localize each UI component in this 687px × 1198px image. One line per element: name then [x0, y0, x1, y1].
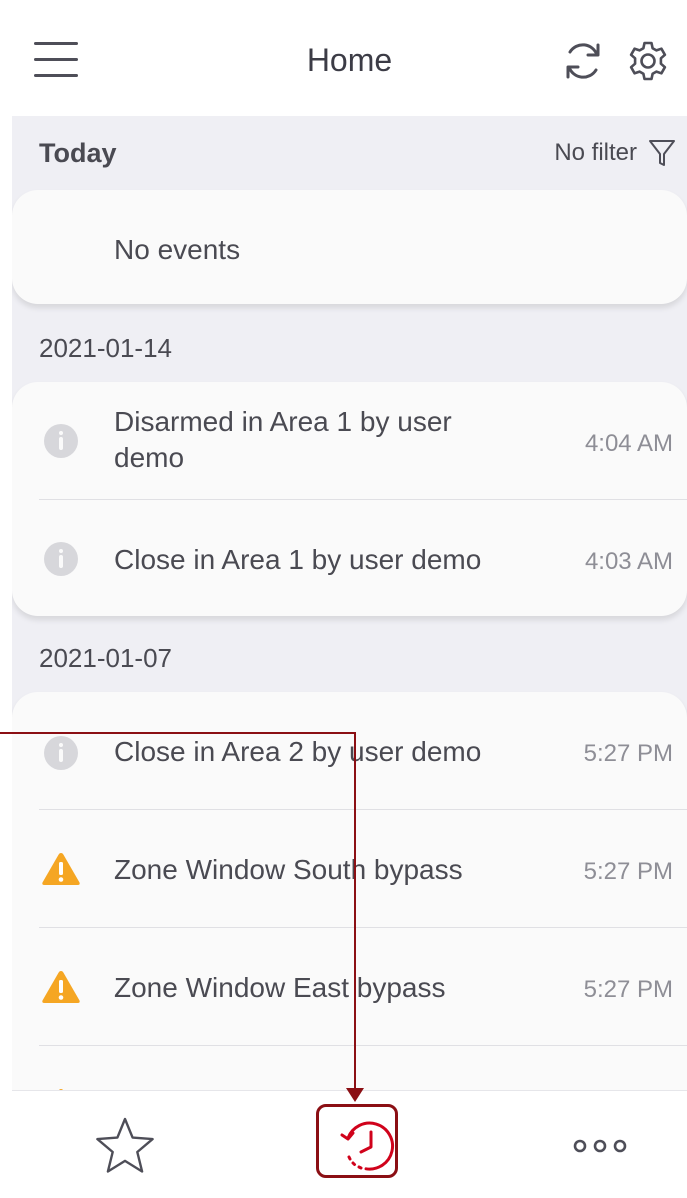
hamburger-menu-icon[interactable] — [32, 40, 80, 80]
event-row[interactable]: Close in Area 1 by user demo 4:03 AM — [12, 500, 687, 616]
event-text: Zone Window East bypass — [114, 972, 446, 1003]
star-icon — [96, 1117, 154, 1173]
event-row[interactable]: Zone Window East bypass 5:27 PM — [12, 928, 687, 1046]
app-screen: Home Today No filter No events 2021-01-1… — [12, 0, 687, 1198]
event-time: 4:04 AM — [584, 430, 673, 457]
event-text: Zone Window South bypass — [114, 854, 463, 885]
sync-icon[interactable] — [559, 37, 607, 85]
event-row[interactable]: Close in Area 2 by user demo 5:27 PM — [12, 692, 687, 810]
annotation-highlight-box — [316, 1104, 398, 1178]
event-text: Disarmed in Area 1 by user demo — [114, 406, 452, 473]
event-row[interactable]: Disarmed in Area 1 by user demo 4:04 AM — [12, 382, 687, 500]
info-icon — [40, 538, 82, 580]
events-card: Disarmed in Area 1 by user demo 4:04 AM … — [12, 382, 687, 616]
warning-icon — [40, 850, 82, 892]
filter-label: No filter — [554, 139, 637, 166]
today-label: Today — [39, 138, 117, 168]
top-bar: Home — [12, 0, 687, 116]
info-icon — [40, 732, 82, 774]
event-text: Close in Area 2 by user demo — [114, 736, 482, 767]
annotation-connector-line — [0, 732, 356, 734]
today-events-card: No events — [12, 190, 687, 304]
no-events-text: No events — [114, 234, 241, 265]
more-dots-icon — [573, 1139, 627, 1153]
warning-icon — [40, 968, 82, 1010]
gear-icon[interactable] — [624, 37, 672, 85]
filter-funnel-icon — [649, 140, 675, 166]
event-time: 5:27 PM — [583, 858, 673, 885]
date-header: 2021-01-14 — [39, 333, 172, 363]
event-time: 4:03 AM — [584, 548, 673, 575]
event-text: Close in Area 1 by user demo — [114, 544, 482, 575]
today-section-header: Today No filter — [12, 116, 687, 190]
annotation-arrowhead — [346, 1088, 364, 1102]
annotation-connector-line — [354, 732, 356, 1088]
event-time: 5:27 PM — [583, 740, 673, 767]
date-header: 2021-01-07 — [39, 643, 172, 673]
event-time: 5:27 PM — [583, 976, 673, 1003]
event-row[interactable]: Zone Window South bypass 5:27 PM — [12, 810, 687, 928]
tab-favorites[interactable] — [80, 1101, 170, 1191]
tab-more[interactable] — [555, 1101, 645, 1191]
filter-button[interactable]: No filter — [554, 134, 677, 172]
info-icon — [40, 420, 82, 462]
